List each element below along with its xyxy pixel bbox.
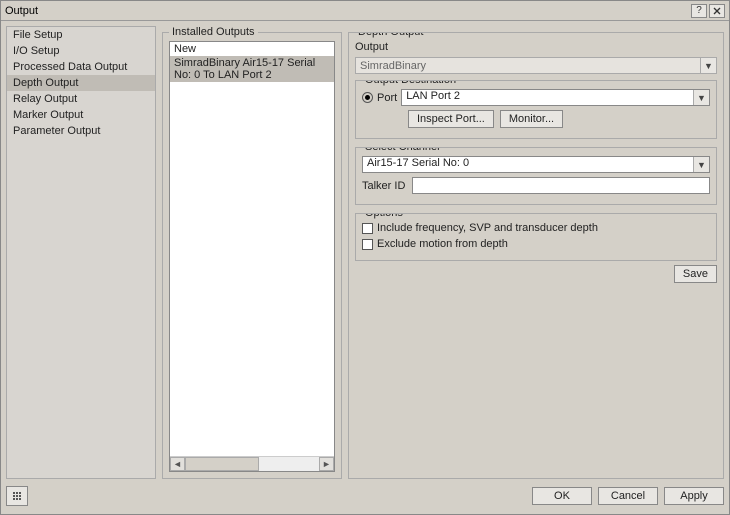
- help-button[interactable]: ?: [691, 4, 707, 18]
- output-destination-legend: Output Destination: [362, 80, 459, 86]
- installed-outputs-legend: Installed Outputs: [169, 26, 258, 38]
- port-radio[interactable]: [362, 92, 373, 103]
- window-title: Output: [5, 5, 689, 17]
- include-frequency-label: Include frequency, SVP and transducer de…: [377, 222, 598, 234]
- include-frequency-checkbox[interactable]: [362, 223, 373, 234]
- ok-button[interactable]: OK: [532, 487, 592, 505]
- monitor-button[interactable]: Monitor...: [500, 110, 563, 128]
- talker-id-input[interactable]: [412, 177, 710, 194]
- list-horizontal-scrollbar[interactable]: ◄ ►: [170, 456, 334, 471]
- chevron-down-icon: ▼: [693, 90, 709, 105]
- apply-button[interactable]: Apply: [664, 487, 724, 505]
- dialog-body: File Setup I/O Setup Processed Data Outp…: [1, 21, 729, 514]
- list-item-simradbinary[interactable]: SimradBinary Air15-17 Serial No: 0 To LA…: [170, 56, 334, 82]
- sidebar-item-relay-output[interactable]: Relay Output: [7, 91, 155, 107]
- close-button[interactable]: [709, 4, 725, 18]
- nav-sidebar: File Setup I/O Setup Processed Data Outp…: [6, 26, 156, 479]
- depth-output-legend: Depth Output: [355, 32, 426, 38]
- sidebar-item-parameter-output[interactable]: Parameter Output: [7, 123, 155, 139]
- select-channel-group: Select Channel Air15-17 Serial No: 0 ▼ T…: [355, 147, 717, 205]
- output-dialog: Output ? File Setup I/O Setup Processed …: [0, 0, 730, 515]
- inspect-port-button[interactable]: Inspect Port...: [408, 110, 494, 128]
- main-row: File Setup I/O Setup Processed Data Outp…: [6, 26, 724, 479]
- chevron-down-icon: ▼: [700, 58, 716, 73]
- output-select-value: SimradBinary: [360, 60, 426, 72]
- save-button[interactable]: Save: [674, 265, 717, 283]
- depth-output-column: Depth Output Output SimradBinary ▼ Outpu…: [348, 26, 724, 479]
- select-channel-legend: Select Channel: [362, 147, 443, 153]
- scroll-thumb[interactable]: [185, 457, 259, 471]
- channel-select[interactable]: Air15-17 Serial No: 0 ▼: [362, 156, 710, 173]
- scroll-track[interactable]: [185, 457, 319, 471]
- close-icon: [713, 7, 721, 15]
- titlebar: Output ?: [1, 1, 729, 21]
- exclude-motion-checkbox[interactable]: [362, 239, 373, 250]
- sidebar-item-file-setup[interactable]: File Setup: [7, 27, 155, 43]
- output-destination-group: Output Destination Port LAN Port 2 ▼ Ins…: [355, 80, 717, 139]
- talker-id-label: Talker ID: [362, 180, 408, 192]
- installed-outputs-list[interactable]: New SimradBinary Air15-17 Serial No: 0 T…: [169, 41, 335, 472]
- port-label: Port: [377, 92, 397, 104]
- sidebar-item-depth-output[interactable]: Depth Output: [7, 75, 155, 91]
- output-label: Output: [355, 41, 388, 53]
- sidebar-item-marker-output[interactable]: Marker Output: [7, 107, 155, 123]
- options-group: Options Include frequency, SVP and trans…: [355, 213, 717, 261]
- sidebar-item-processed-data-output[interactable]: Processed Data Output: [7, 59, 155, 75]
- sidebar-item-io-setup[interactable]: I/O Setup: [7, 43, 155, 59]
- pin-button[interactable]: [6, 486, 28, 506]
- port-select[interactable]: LAN Port 2 ▼: [401, 89, 710, 106]
- port-select-value: LAN Port 2: [406, 90, 460, 102]
- scroll-right-icon[interactable]: ►: [319, 457, 334, 471]
- list-item-new[interactable]: New: [170, 42, 334, 56]
- cancel-button[interactable]: Cancel: [598, 487, 658, 505]
- chevron-down-icon: ▼: [693, 157, 709, 172]
- depth-output-group: Depth Output Output SimradBinary ▼ Outpu…: [348, 32, 724, 479]
- grid-icon: [13, 492, 21, 500]
- installed-outputs-group: Installed Outputs New SimradBinary Air15…: [162, 32, 342, 479]
- footer-row: OK Cancel Apply: [6, 483, 724, 509]
- scroll-left-icon[interactable]: ◄: [170, 457, 185, 471]
- options-legend: Options: [362, 213, 406, 219]
- installed-outputs-column: Installed Outputs New SimradBinary Air15…: [162, 26, 342, 479]
- output-select[interactable]: SimradBinary ▼: [355, 57, 717, 74]
- exclude-motion-label: Exclude motion from depth: [377, 238, 508, 250]
- channel-select-value: Air15-17 Serial No: 0: [367, 157, 469, 169]
